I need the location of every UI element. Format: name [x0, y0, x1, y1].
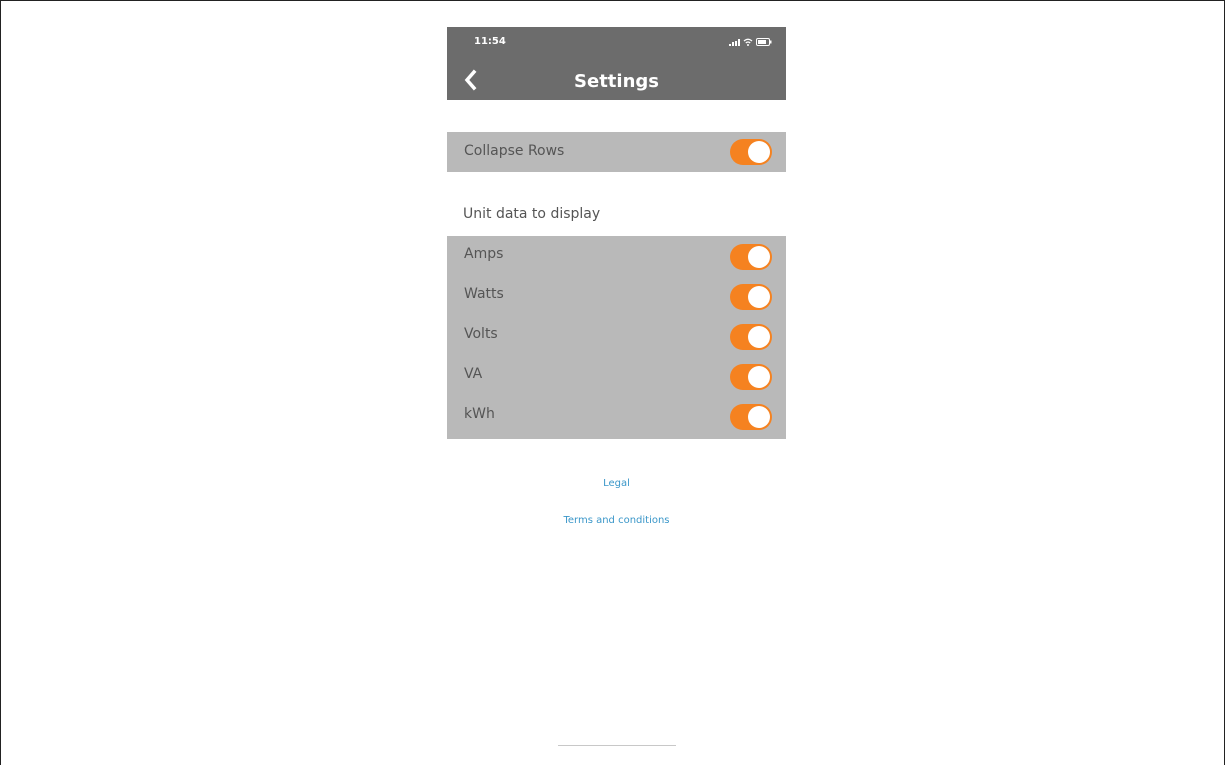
unit-label-watts: Watts [464, 286, 504, 302]
volts-toggle[interactable] [730, 324, 772, 350]
unit-data-section-label: Unit data to display [463, 206, 601, 222]
unit-label-kwh: kWh [464, 406, 495, 422]
wifi-icon [743, 38, 753, 46]
unit-row-volts: Volts [447, 316, 786, 356]
status-time: 11:54 [474, 36, 506, 47]
unit-data-list: Amps Watts Volts VA kWh [447, 236, 786, 439]
toggle-knob [748, 406, 770, 428]
va-toggle[interactable] [730, 364, 772, 390]
toggle-knob [748, 326, 770, 348]
nav-header: 11:54 Settings [447, 27, 786, 100]
toggle-knob [748, 141, 770, 163]
legal-link[interactable]: Legal [447, 478, 786, 489]
toggle-knob [748, 286, 770, 308]
amps-toggle[interactable] [730, 244, 772, 270]
unit-row-watts: Watts [447, 276, 786, 316]
unit-row-kwh: kWh [447, 396, 786, 436]
home-indicator [558, 745, 676, 746]
status-icons [729, 38, 772, 46]
kwh-toggle[interactable] [730, 404, 772, 430]
page-title: Settings [574, 71, 659, 92]
collapse-rows-row: Collapse Rows [447, 132, 786, 172]
phone-screen: 11:54 Settings Collapse Rows Unit data t… [447, 27, 786, 766]
battery-icon [756, 38, 772, 46]
collapse-rows-toggle[interactable] [730, 139, 772, 165]
watts-toggle[interactable] [730, 284, 772, 310]
unit-row-amps: Amps [447, 236, 786, 276]
toggle-knob [748, 246, 770, 268]
unit-label-va: VA [464, 366, 483, 382]
signal-icon [729, 39, 740, 46]
terms-link[interactable]: Terms and conditions [447, 515, 786, 526]
unit-label-amps: Amps [464, 246, 504, 262]
unit-row-va: VA [447, 356, 786, 396]
toggle-knob [748, 366, 770, 388]
unit-label-volts: Volts [464, 326, 498, 342]
collapse-rows-label: Collapse Rows [464, 143, 565, 159]
